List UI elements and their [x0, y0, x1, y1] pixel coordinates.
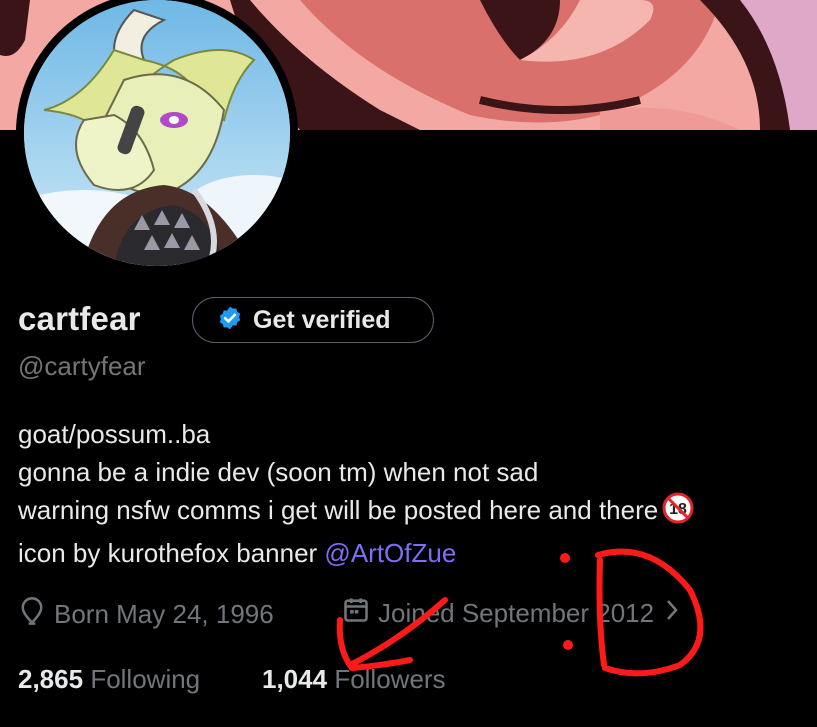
bio-line: warning nsfw comms i get will be posted …	[18, 491, 694, 534]
user-handle: @cartyfear	[18, 351, 146, 381]
following-count: 2,865	[18, 664, 84, 694]
followers-count: 1,044	[262, 664, 328, 694]
followers-link[interactable]: 1,044 Followers	[262, 664, 446, 695]
joined-text: Joined September 2012	[378, 598, 655, 628]
mention-link[interactable]: @ArtOfZue	[324, 538, 456, 568]
bio-line: icon by kurothefox banner @ArtOfZue	[18, 534, 694, 572]
birthday-text: Born May 24, 1996	[54, 599, 274, 629]
bio-line-text: warning nsfw comms i get will be posted …	[18, 495, 659, 525]
bio-line: goat/possum..ba	[18, 419, 211, 449]
birthday-item: Born May 24, 1996	[18, 596, 274, 633]
avatar[interactable]	[16, 0, 298, 274]
get-verified-button[interactable]: Get verified	[192, 297, 434, 343]
avatar-image	[24, 0, 290, 266]
calendar-icon	[342, 596, 370, 631]
following-link[interactable]: 2,865 Following	[18, 664, 200, 695]
following-label: Following	[90, 664, 201, 694]
display-name: cartfear	[18, 300, 141, 337]
profile-bio: goat/possum..ba gonna be a indie dev (so…	[18, 415, 694, 572]
get-verified-label: Get verified	[253, 305, 391, 334]
chevron-right-icon[interactable]	[662, 597, 682, 630]
no-under-18-icon: 18	[662, 492, 694, 534]
bio-text: icon by kurothefox banner	[18, 538, 325, 568]
bio-line: gonna be a indie dev (soon tm) when not …	[18, 457, 539, 487]
followers-label: Followers	[334, 664, 446, 694]
joined-item: Joined September 2012	[342, 596, 682, 631]
location-pin-icon	[18, 596, 46, 633]
verified-badge-icon	[217, 305, 243, 336]
